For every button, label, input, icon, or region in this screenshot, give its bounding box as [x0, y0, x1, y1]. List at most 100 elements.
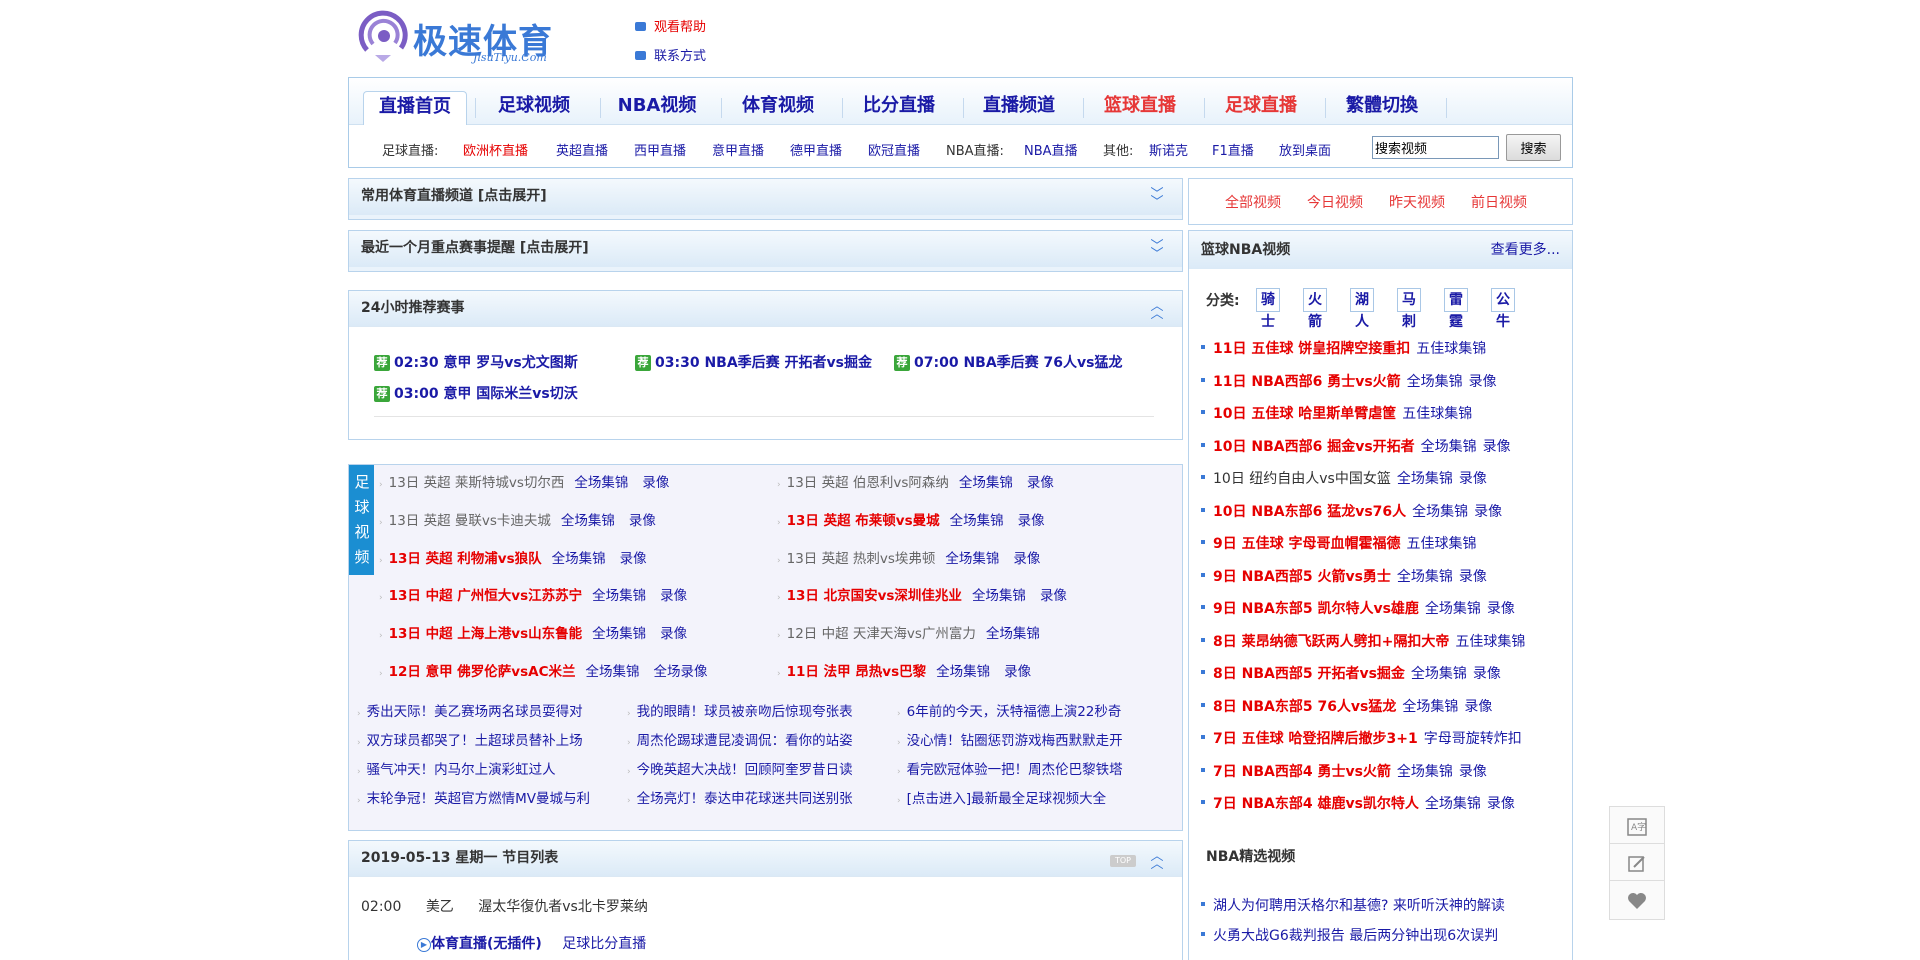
chevron-up-icon[interactable]: ︿ ︿: [1150, 850, 1164, 871]
nba-video-box-header: 篮球NBA视频 查看更多...: [1189, 231, 1572, 269]
news-link[interactable]: › 秀出天际！美乙赛场两名球员耍得对: [357, 700, 583, 720]
category-rockets[interactable]: 火箭: [1303, 288, 1327, 330]
nba-selected-title: NBA精选视频: [1206, 849, 1296, 865]
nba-video-item: 7日 NBA西部4 勇士vs火箭 全场集锦 录像: [1201, 761, 1487, 781]
tab-yesterday-videos[interactable]: 昨天视频: [1389, 192, 1445, 212]
news-link[interactable]: › 看完欧冠体验一把！周杰伦巴黎铁塔: [897, 758, 1123, 778]
bundesliga-live-link[interactable]: 德甲直播: [790, 140, 842, 159]
tab-score-live[interactable]: 比分直播: [843, 91, 955, 125]
tab-today-videos[interactable]: 今日视频: [1307, 192, 1363, 212]
news-link[interactable]: › 双方球员都哭了！土超球员替补上场: [357, 729, 583, 749]
nba-video-item: 10日 NBA西部6 掘金vs开拓者 全场集锦 录像: [1201, 436, 1511, 456]
tab-live-channel[interactable]: 直播频道: [963, 91, 1075, 125]
tab-traditional[interactable]: 繁體切換: [1326, 91, 1438, 125]
tab-home[interactable]: 直播首页: [363, 91, 467, 125]
edit-icon[interactable]: [1609, 843, 1665, 883]
month-events-panel[interactable]: 最近一个月重点赛事提醒 [点击展开] ﹀ ﹀: [348, 230, 1183, 272]
tab-sports-video[interactable]: 体育视频: [722, 91, 834, 125]
tv-icon: [635, 22, 646, 31]
snooker-link[interactable]: 斯诺克: [1149, 140, 1188, 159]
news-link[interactable]: › 末轮争冠！英超官方燃情MV曼城与利: [357, 787, 590, 807]
program-league: 美乙: [425, 899, 454, 915]
tab-divider: [1446, 98, 1447, 118]
rec-match[interactable]: 荐 03:00 意甲 国际米兰vs切沃: [374, 383, 578, 403]
nba-video-item: 9日 五佳球 字母哥血帽霍福德 五佳球集锦: [1201, 533, 1477, 553]
category-filter: 分类: 骑士 火箭 湖人 马刺 雷霆 公牛: [1206, 288, 1515, 330]
search-button[interactable]: 搜索: [1506, 134, 1561, 161]
laliga-live-link[interactable]: 西甲直播: [634, 140, 686, 159]
add-to-desktop-link[interactable]: 放到桌面: [1279, 140, 1331, 159]
nba-video-item: 10日 五佳球 哈里斯单臂虐筐 五佳球集锦: [1201, 403, 1472, 423]
category-lakers[interactable]: 湖人: [1350, 288, 1374, 330]
video-item: › 11日 法甲 昂热vs巴黎 全场集锦 录像: [777, 664, 1032, 680]
epl-live-link[interactable]: 英超直播: [556, 140, 608, 159]
nba-live-label: NBA直播:: [946, 144, 1004, 159]
category-thunder[interactable]: 雷霆: [1444, 288, 1468, 330]
nba-video-item: 8日 NBA西部5 开拓者vs掘金 全场集锦 录像: [1201, 663, 1501, 683]
news-link[interactable]: › 今晚英超大决战！回顾阿奎罗昔日读: [627, 758, 853, 778]
rec-match[interactable]: 荐 07:00 NBA季后赛 76人vs猛龙: [894, 352, 1122, 372]
football-video-tab[interactable]: 足球视频: [349, 465, 374, 575]
tab-basketball-live[interactable]: 篮球直播: [1084, 91, 1196, 125]
program-time: 02:00: [361, 899, 402, 915]
chevron-down-icon[interactable]: ﹀ ﹀: [1150, 188, 1164, 209]
tab-football-live[interactable]: 足球直播: [1205, 91, 1317, 125]
recommend-badge: 荐: [374, 355, 390, 371]
tab-football-video[interactable]: 足球视频: [479, 91, 589, 125]
svg-text:A字: A字: [1631, 821, 1646, 833]
football-video-box: 足球视频 › 13日 英超 莱斯特城vs切尔西 全场集锦 录像 › 13日 英超 伯恩利…: [348, 464, 1183, 831]
live-link[interactable]: 体育直播(无插件): [431, 936, 542, 952]
program-list: 2019-05-13 星期一 节目列表 TOP ︿ ︿ 02:00 美乙 渥太华復…: [348, 840, 1183, 960]
nba-news-item: 火勇大战G6裁判报告 最后两分钟出现6次误判: [1201, 925, 1498, 945]
rec-match[interactable]: 荐 03:30 NBA季后赛 开拓者vs掘金: [635, 352, 872, 372]
nba-live-link[interactable]: NBA直播: [1024, 140, 1078, 159]
ucl-live-link[interactable]: 欧冠直播: [868, 140, 920, 159]
news-link[interactable]: › [点击进入]最新最全足球视频大全: [897, 787, 1106, 807]
category-cavaliers[interactable]: 骑士: [1256, 288, 1280, 330]
site-logo[interactable]: 极速体育 JisuTiyu.Com: [355, 10, 570, 65]
news-link[interactable]: › 我的眼睛！球员被亲吻后惊现夸张表: [627, 700, 853, 720]
heart-icon[interactable]: [1609, 880, 1665, 920]
nba-video-item: 11日 五佳球 饼皇招牌空接重扣 五佳球集锦: [1201, 338, 1486, 358]
nav-tabs: 直播首页 足球视频 NBA视频 体育视频 比分直播 直播频道 篮球直播 足球直播…: [349, 78, 1572, 125]
contact-link[interactable]: 联系方式: [635, 45, 706, 64]
channels-panel-title: 常用体育直播频道 [点击展开]: [349, 179, 1182, 215]
chevron-up-icon[interactable]: ︿ ︿: [1150, 300, 1164, 321]
football-live-label: 足球直播:: [382, 144, 439, 159]
translate-icon[interactable]: A字: [1609, 806, 1665, 846]
recommended-panel: 24小时推荐赛事 ︿ ︿ 荐 02:30 意甲 罗马vs尤文图斯 荐 03:30 NB…: [348, 290, 1183, 440]
nba-video-item: 9日 NBA东部5 凯尔特人vs雄鹿 全场集锦 录像: [1201, 598, 1515, 618]
category-spurs[interactable]: 马刺: [1397, 288, 1421, 330]
video-item: › 12日 意甲 佛罗伦萨vsAC米兰 全场集锦 全场录像: [379, 664, 708, 680]
news-link[interactable]: › 周杰伦踢球遭昆凌调侃：看你的站姿: [627, 729, 853, 749]
rec-match[interactable]: 荐 02:30 意甲 罗马vs尤文图斯: [374, 352, 578, 372]
news-link[interactable]: › 骚气冲天！内马尔上演彩虹过人: [357, 758, 556, 778]
top-badge[interactable]: TOP: [1110, 855, 1136, 867]
nba-video-box: 篮球NBA视频 查看更多... 分类: 骑士 火箭 湖人 马刺 雷霆 公牛 11…: [1188, 230, 1573, 960]
score-link[interactable]: 足球比分直播: [562, 936, 646, 952]
chevron-down-icon[interactable]: ﹀ ﹀: [1150, 240, 1164, 261]
seriea-live-link[interactable]: 意甲直播: [712, 140, 764, 159]
news-link[interactable]: › 6年前的今天，沃特福德上演22秒奇: [897, 700, 1121, 720]
news-link[interactable]: › 没心情！钻圈惩罚游戏梅西默默走开: [897, 729, 1123, 749]
tab-all-videos[interactable]: 全部视频: [1225, 192, 1281, 212]
video-item: › 12日 中超 天津天海vs广州富力 全场集锦: [777, 626, 1040, 642]
news-link[interactable]: › 全场亮灯！泰达申花球迷共同送别张: [627, 787, 853, 807]
search-input[interactable]: [1372, 136, 1499, 159]
program-links: ▶ 体育直播(无插件) 足球比分直播: [417, 933, 646, 953]
f1-live-link[interactable]: F1直播: [1212, 140, 1254, 159]
euro-live-link[interactable]: 欧洲杯直播: [463, 140, 528, 159]
channels-panel[interactable]: 常用体育直播频道 [点击展开] ﹀ ﹀: [348, 178, 1183, 220]
video-item: › 13日 英超 热刺vs埃弗顿 全场集锦 录像: [777, 551, 1041, 567]
help-link[interactable]: 观看帮助: [635, 16, 706, 35]
video-item: › 13日 英超 布莱顿vs曼城 全场集锦 录像: [777, 513, 1045, 529]
heart-glyph: [1628, 893, 1646, 909]
tab-daybefore-videos[interactable]: 前日视频: [1471, 192, 1527, 212]
recommended-title: 24小时推荐赛事: [349, 291, 1182, 327]
nba-video-item: 7日 NBA东部4 雄鹿vs凯尔特人 全场集锦 录像: [1201, 793, 1515, 813]
tab-nba-video[interactable]: NBA视频: [601, 91, 713, 125]
program-row: 02:00 美乙 渥太华復仇者vs北卡罗莱纳: [361, 896, 648, 916]
more-link[interactable]: 查看更多...: [1491, 231, 1560, 269]
category-bulls[interactable]: 公牛: [1491, 288, 1515, 330]
tab-divider: [475, 98, 476, 118]
